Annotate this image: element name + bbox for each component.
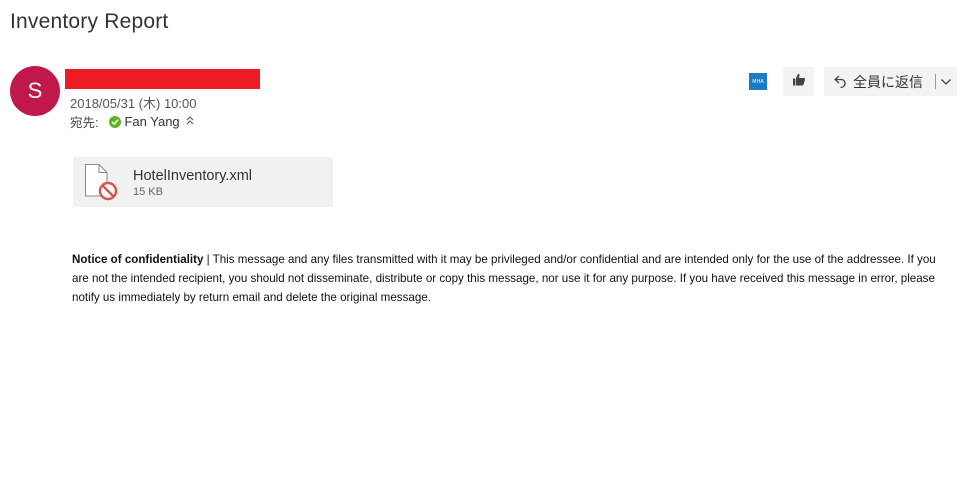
email-subject: Inventory Report — [10, 10, 169, 33]
recipient-row: 宛先: Fan Yang — [70, 112, 194, 131]
redacted-sender-name — [65, 69, 260, 89]
to-label: 宛先: — [70, 116, 99, 130]
attachment-filename: HotelInventory.xml — [133, 168, 252, 184]
email-date: 2018/05/31 (木) 10:00 — [70, 96, 197, 111]
attachment-size: 15 KB — [133, 186, 163, 198]
collapse-recipients-icon[interactable] — [186, 115, 194, 128]
mha-addin-icon[interactable]: MHA — [749, 73, 767, 90]
reply-all-label: 全員に返信 — [853, 73, 923, 90]
presence-available-icon — [109, 115, 122, 128]
chevron-down-icon[interactable] — [940, 78, 952, 86]
reply-all-button[interactable]: 全員に返信 — [824, 67, 957, 96]
recipient-name[interactable]: Fan Yang — [124, 114, 179, 129]
button-divider — [935, 74, 936, 89]
like-button[interactable] — [783, 67, 814, 96]
mha-label: MHA — [752, 78, 764, 85]
confidentiality-notice: Notice of confidentiality | This message… — [72, 250, 952, 307]
blocked-file-icon — [83, 163, 121, 206]
reply-all-icon — [833, 74, 847, 89]
sender-avatar[interactable]: S — [10, 66, 60, 116]
attachment-card[interactable]: HotelInventory.xml 15 KB — [73, 157, 333, 207]
sender-initial: S — [27, 78, 43, 103]
thumbs-up-icon — [792, 73, 806, 91]
notice-title: Notice of confidentiality — [72, 253, 204, 266]
